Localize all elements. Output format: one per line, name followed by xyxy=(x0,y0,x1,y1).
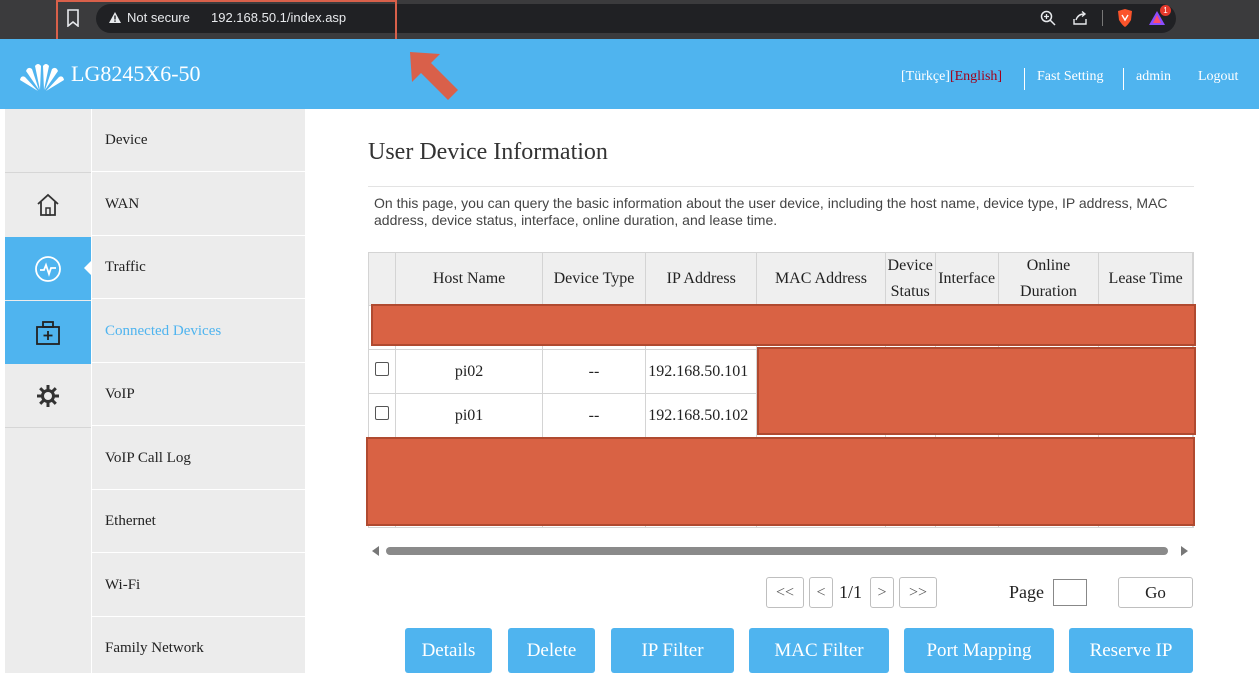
redaction-block xyxy=(757,347,1196,435)
row-checkbox[interactable] xyxy=(375,362,390,376)
traffic-icon xyxy=(35,255,61,282)
nav-item-device[interactable]: Device xyxy=(92,109,305,172)
device-type-cell: -- xyxy=(542,349,647,394)
page-indicator: 1/1 xyxy=(839,582,863,602)
column-header: Lease Time xyxy=(1098,253,1193,306)
ip-filter-button[interactable]: IP Filter xyxy=(611,628,734,673)
first-page-button[interactable]: << xyxy=(766,577,804,608)
sidebar-home[interactable] xyxy=(5,173,91,236)
medical-kit-icon xyxy=(36,320,60,345)
sidebar-settings[interactable] xyxy=(5,364,91,427)
share-icon[interactable] xyxy=(1070,8,1090,28)
nav-item-connected-devices[interactable]: Connected Devices xyxy=(92,300,305,363)
zoom-icon[interactable] xyxy=(1038,8,1058,28)
delete-button[interactable]: Delete xyxy=(508,628,595,673)
row-checkbox[interactable] xyxy=(375,406,390,420)
column-header: Interface xyxy=(935,253,999,306)
nav-item-family-network[interactable]: Family Network xyxy=(92,617,305,673)
redaction-block xyxy=(366,437,1195,526)
last-page-button[interactable]: >> xyxy=(899,577,937,608)
sidebar-traffic[interactable] xyxy=(5,237,91,300)
annotation-arrow-icon xyxy=(410,52,458,100)
column-header: Online Duration xyxy=(998,253,1100,306)
nav-item-ethernet[interactable]: Ethernet xyxy=(92,490,305,553)
router-header: LG8245X6-50 [Türkçe][English] Fast Setti… xyxy=(0,39,1259,109)
go-button[interactable]: Go xyxy=(1118,577,1193,608)
page-label: Page xyxy=(1009,582,1044,602)
rewards-badge: 1 xyxy=(1160,5,1171,16)
column-header: Device Type xyxy=(542,253,647,306)
details-button[interactable]: Details xyxy=(405,628,492,673)
device-type-cell: -- xyxy=(542,393,647,438)
column-header: Device Status xyxy=(885,253,936,306)
host-name-cell: pi02 xyxy=(395,349,543,394)
nav-item-voip-call-log[interactable]: VoIP Call Log xyxy=(92,427,305,490)
toolbar-divider xyxy=(1102,10,1103,26)
column-header: Host Name xyxy=(395,253,543,306)
column-header: MAC Address xyxy=(756,253,886,306)
icon-sidebar xyxy=(5,109,96,673)
browser-toolbar: Not secure 192.168.50.1/index.asp 1 xyxy=(0,0,1259,42)
sidebar-connected-devices[interactable] xyxy=(5,301,91,364)
nav-menu: Device WAN Traffic Connected Devices VoI… xyxy=(92,109,305,673)
brave-shield-icon[interactable] xyxy=(1115,8,1135,28)
page-description: On this page, you can query the basic in… xyxy=(368,186,1194,229)
fast-setting-link[interactable]: Fast Setting xyxy=(1037,69,1104,85)
host-name-cell: pi01 xyxy=(395,393,543,438)
gear-icon xyxy=(37,384,59,407)
device-model-title: LG8245X6-50 xyxy=(71,61,201,86)
ip-address-cell: 192.168.50.101 xyxy=(645,349,758,394)
user-name: admin xyxy=(1136,69,1171,84)
scroll-thumb[interactable] xyxy=(386,547,1168,555)
home-icon xyxy=(37,193,59,216)
nav-item-traffic[interactable]: Traffic xyxy=(92,236,305,299)
huawei-logo-icon xyxy=(20,64,64,91)
url-highlight-box xyxy=(56,0,397,42)
nav-item-wan[interactable]: WAN xyxy=(92,173,305,236)
browser-actions: 1 xyxy=(1038,5,1171,28)
lang-turkish-link[interactable]: [Türkçe] xyxy=(901,69,950,84)
select-column-header xyxy=(369,253,397,306)
scroll-right-icon[interactable] xyxy=(1181,546,1188,556)
horizontal-scrollbar[interactable] xyxy=(368,543,1194,557)
page-number-input[interactable] xyxy=(1053,579,1087,606)
prev-page-button[interactable]: < xyxy=(809,577,833,608)
header-divider xyxy=(1024,68,1025,90)
reserve-ip-button[interactable]: Reserve IP xyxy=(1069,628,1193,673)
logout-link[interactable]: Logout xyxy=(1198,69,1238,85)
nav-item-wifi[interactable]: Wi-Fi xyxy=(92,554,305,617)
sidebar-divider xyxy=(5,427,91,428)
port-mapping-button[interactable]: Port Mapping xyxy=(904,628,1054,673)
ip-address-cell: 192.168.50.102 xyxy=(645,393,758,438)
nav-item-voip[interactable]: VoIP xyxy=(92,363,305,426)
lang-english-link[interactable]: [English] xyxy=(950,69,1002,84)
scroll-left-icon[interactable] xyxy=(372,546,379,556)
brave-rewards-icon[interactable]: 1 xyxy=(1147,5,1171,28)
redaction-block xyxy=(371,304,1196,346)
mac-filter-button[interactable]: MAC Filter xyxy=(749,628,889,673)
page-title: User Device Information xyxy=(368,139,608,165)
column-header: IP Address xyxy=(645,253,758,306)
next-page-button[interactable]: > xyxy=(870,577,894,608)
language-switch: [Türkçe][English] xyxy=(901,69,1002,85)
header-divider xyxy=(1123,68,1124,90)
